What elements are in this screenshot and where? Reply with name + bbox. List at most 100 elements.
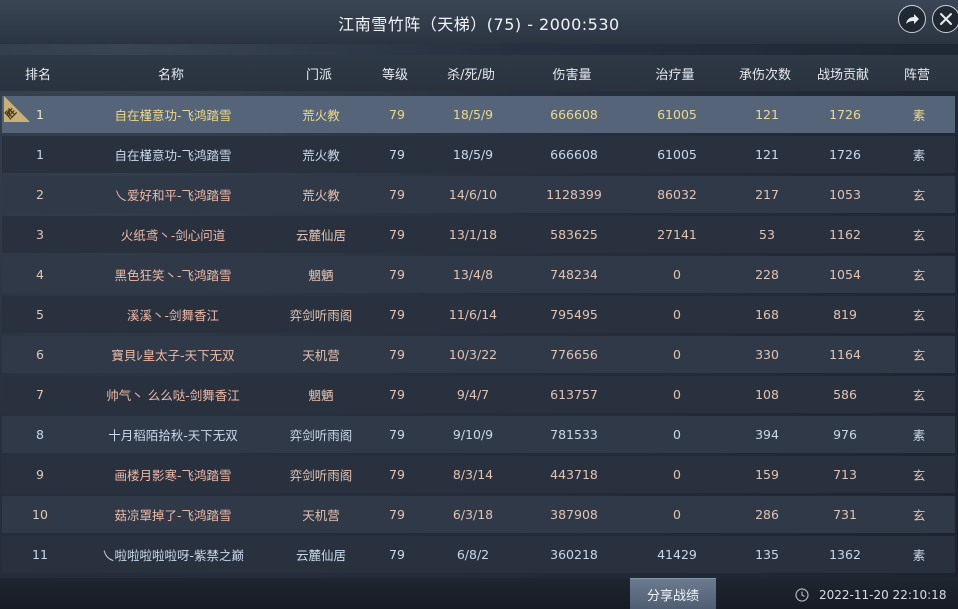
cell-contribution: 976 [833,427,857,442]
cell-level: 79 [389,307,405,322]
close-button[interactable] [932,5,958,33]
cell-name: 寶貝ﾚ皇太子-天下无双 [111,348,235,363]
header-name[interactable]: 名称 [76,55,266,91]
cell-hits-taken: 108 [755,387,779,402]
cell-damage: 666608 [550,107,598,122]
cell-hits-taken: 168 [755,307,779,322]
cell-healing: 0 [673,267,681,282]
table-row[interactable]: 1 自在槿意功-飞鸿踏雪 荒火教 79 18/5/9 666608 61005 121 1726… [2,96,955,133]
table-row[interactable]: 4 黑色狂笑丶-飞鸿踏雪 魍魉 79 13/4/8 748234 0 228 1054 玄 [2,256,955,293]
cell-healing: 27141 [657,227,697,242]
cell-damage: 387908 [550,507,598,522]
cell-name: 乀啦啦啦啦啦呀-紫禁之巅 [101,548,244,563]
cell-level: 79 [389,547,405,562]
cell-healing: 41429 [657,547,697,562]
cell-camp: 玄 [912,388,926,403]
cell-name: 十月稻陌拾秋-天下无双 [108,428,238,443]
cell-kda: 13/1/18 [448,227,498,242]
cell-level: 79 [389,427,405,442]
table-row[interactable]: 9 画楼月影寒-飞鸿踏雪 弈剑听雨阁 79 8/3/14 443718 0 159 713 玄 [2,456,955,493]
cell-rank: 2 [36,187,44,202]
cell-damage: 795495 [550,307,598,322]
cell-hits-taken: 228 [755,267,779,282]
cell-damage: 776656 [550,347,598,362]
cell-rank: 6 [36,347,44,362]
cell-rank: 8 [36,427,44,442]
cell-camp: 玄 [912,268,926,283]
cell-hits-taken: 159 [755,467,779,482]
header-healing[interactable]: 治疗量 [620,55,730,91]
cell-camp: 玄 [912,188,926,203]
cell-camp: 素 [912,428,926,443]
cell-healing: 0 [673,467,681,482]
cell-school: 魍魉 [308,268,334,283]
cell-level: 79 [389,107,405,122]
cell-name: 帅气丶 么么哒-剑舞香江 [106,388,240,403]
header-rank[interactable]: 排名 [0,55,76,91]
cell-name: 菇凉罩掉了-飞鸿踏雪 [114,508,232,523]
cell-kda: 8/3/14 [452,467,494,482]
table-row[interactable]: 5 溪溪丶-剑舞香江 弈剑听雨阁 79 11/6/14 795495 0 168 819 玄 [2,296,955,333]
cell-level: 79 [389,267,405,282]
table-row[interactable]: 6 寶貝ﾚ皇太子-天下无双 天机营 79 10/3/22 776656 0 330 1164 玄 [2,336,955,373]
cell-healing: 0 [673,307,681,322]
share-icon-button[interactable] [898,5,926,33]
cell-rank: 11 [32,547,48,562]
cell-contribution: 1053 [829,187,861,202]
cell-kda: 9/10/9 [452,427,494,442]
header-damage[interactable]: 伤害量 [524,55,620,91]
cell-contribution: 1054 [829,267,861,282]
table-row[interactable]: 11 乀啦啦啦啦啦呀-紫禁之巅 云麓仙居 79 6/8/2 360218 41429 135 1… [2,536,955,573]
table-row[interactable]: 2 乀爱好和平-飞鸿踏雪 荒火教 79 14/6/10 1128399 86032 217 10… [2,176,955,213]
cell-level: 79 [389,227,405,242]
clock-icon [795,588,809,602]
cell-rank: 9 [36,467,44,482]
cell-school: 云麓仙居 [295,548,346,563]
cell-school: 荒火教 [302,108,340,123]
timestamp-area: 2022-11-20 22:10:18 [795,586,946,604]
table-row[interactable]: 7 帅气丶 么么哒-剑舞香江 魍魉 79 9/4/7 613757 0 108 586 玄 [2,376,955,413]
header-school[interactable]: 门派 [266,55,372,91]
cell-camp: 素 [912,148,926,163]
cell-rank: 5 [36,307,44,322]
cell-school: 弈剑听雨阁 [289,468,353,483]
header-contribution[interactable]: 战场贡献 [800,55,886,91]
cell-name: 火纸鸢丶-剑心问道 [120,228,226,243]
win-badge: 胜 [4,96,30,122]
cell-kda: 18/5/9 [452,147,494,162]
cell-kda: 10/3/22 [448,347,498,362]
cell-name: 画楼月影寒-飞鸿踏雪 [114,468,232,483]
cell-contribution: 731 [833,507,857,522]
cell-kda: 11/6/14 [448,307,498,322]
battle-result-window: 江南雪竹阵（天梯）(75) - 2000:530 排名 名称 门派 等级 杀/死… [0,0,958,609]
table-header: 排名 名称 门派 等级 杀/死/助 伤害量 治疗量 承伤次数 战场贡献 阵营 [0,55,958,91]
cell-level: 79 [389,387,405,402]
cell-healing: 0 [673,387,681,402]
cell-school: 天机营 [302,348,340,363]
cell-kda: 9/4/7 [456,387,490,402]
cell-hits-taken: 217 [755,187,779,202]
window-title: 江南雪竹阵（天梯）(75) - 2000:530 [338,15,620,34]
cell-name: 乀爱好和平-飞鸿踏雪 [114,188,232,203]
cell-school: 天机营 [302,508,340,523]
cell-damage: 613757 [550,387,598,402]
table-row[interactable]: 8 十月稻陌拾秋-天下无双 弈剑听雨阁 79 9/10/9 781533 0 394 976 素 [2,416,955,453]
header-level[interactable]: 等级 [372,55,418,91]
cell-hits-taken: 121 [755,107,779,122]
timestamp: 2022-11-20 22:10:18 [819,588,947,602]
header-hits-taken[interactable]: 承伤次数 [730,55,800,91]
cell-rank: 3 [36,227,44,242]
cell-healing: 86032 [657,187,697,202]
cell-healing: 0 [673,347,681,362]
cell-level: 79 [389,467,405,482]
table-row[interactable]: 1 自在槿意功-飞鸿踏雪 荒火教 79 18/5/9 666608 61005 121 1726… [2,136,955,173]
header-camp[interactable]: 阵营 [886,55,948,91]
cell-contribution: 713 [833,467,857,482]
table-row[interactable]: 10 菇凉罩掉了-飞鸿踏雪 天机营 79 6/3/18 387908 0 286 731 玄 [2,496,955,533]
share-results-button[interactable]: 分享战绩 [630,578,716,609]
cell-hits-taken: 394 [755,427,779,442]
header-kda[interactable]: 杀/死/助 [418,55,524,91]
cell-camp: 素 [912,548,926,563]
table-row[interactable]: 3 火纸鸢丶-剑心问道 云麓仙居 79 13/1/18 583625 27141 53 1162… [2,216,955,253]
cell-level: 79 [389,507,405,522]
